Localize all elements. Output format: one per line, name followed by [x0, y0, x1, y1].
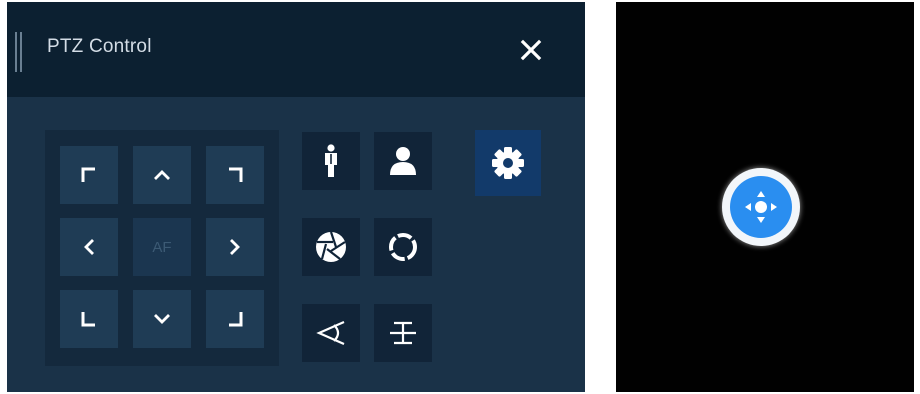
aperture-button[interactable] — [302, 218, 360, 276]
settings-button[interactable] — [475, 130, 541, 196]
close-button[interactable] — [513, 32, 549, 68]
gear-icon — [492, 147, 524, 179]
aperture-icon — [316, 231, 346, 262]
person-detect-button[interactable] — [302, 132, 360, 190]
ptz-panel-header[interactable]: PTZ Control — [7, 2, 585, 97]
user-icon — [390, 147, 416, 175]
zoom-icon — [316, 320, 345, 346]
zoom-button[interactable] — [302, 304, 360, 362]
chevron-down-icon — [154, 314, 170, 324]
pan-down-left-button[interactable] — [60, 290, 118, 348]
pan-up-right-button[interactable] — [206, 146, 264, 204]
arrow-down-left-icon — [81, 312, 95, 327]
iris-button[interactable] — [374, 218, 432, 276]
pan-down-right-button[interactable] — [206, 290, 264, 348]
focus-icon — [390, 321, 416, 345]
ptz-move-icon — [745, 191, 777, 223]
pan-right-button[interactable] — [206, 218, 264, 276]
focus-button[interactable] — [374, 304, 432, 362]
close-icon — [520, 39, 542, 61]
chevron-right-icon — [230, 239, 240, 255]
arrow-up-left-icon — [81, 167, 95, 182]
arrow-up-right-icon — [229, 167, 243, 182]
arrow-down-right-icon — [229, 312, 243, 327]
direction-pad: AF — [45, 130, 279, 366]
ptz-control-panel: PTZ Control AF — [7, 2, 585, 392]
chevron-up-icon — [154, 170, 170, 180]
drag-handle[interactable] — [15, 32, 23, 72]
iris-ring-icon — [389, 233, 417, 261]
person-icon — [325, 144, 337, 177]
chevron-left-icon — [84, 239, 94, 255]
ptz-floating-button-inner — [730, 176, 792, 238]
tilt-down-button[interactable] — [133, 290, 191, 348]
panel-title: PTZ Control — [47, 36, 152, 57]
af-label: AF — [152, 238, 172, 256]
ptz-floating-button[interactable] — [722, 168, 800, 246]
face-detect-button[interactable] — [374, 132, 432, 190]
camera-preview — [616, 2, 914, 392]
tilt-up-button[interactable] — [133, 146, 191, 204]
pan-left-button[interactable] — [60, 218, 118, 276]
pan-up-left-button[interactable] — [60, 146, 118, 204]
auto-focus-button[interactable]: AF — [133, 218, 191, 276]
